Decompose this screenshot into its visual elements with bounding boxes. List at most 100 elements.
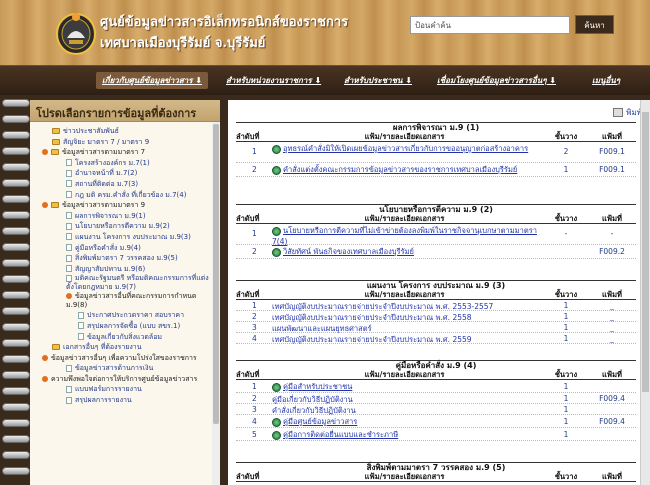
- row-link[interactable]: คู่มือการติดต่อยื่นแบบและชำระภาษี: [283, 430, 398, 439]
- sidebar-item-label: ข้อมูลเกี่ยวกับสิ่งแวดล้อม: [87, 332, 163, 341]
- row-link[interactable]: คู่มือศูนย์ข้อมูลข่าวสาร: [283, 417, 357, 426]
- sidebar-group[interactable]: ข้อมูลข่าวสารตามมาตรา 7: [30, 147, 220, 158]
- row-desc: คำสั่งแต่งตั้งคณะกรรมการข้อมูลข่าวสารของ…: [272, 164, 537, 176]
- sidebar-item[interactable]: สิ่งพิมพ์มาตรา 7 วรรคสอง ม.9(5): [30, 253, 220, 264]
- sidebar-item-label: สัญญาสัมปทาน ม.9(6): [75, 264, 146, 273]
- nav-item-public[interactable]: สำหรับประชาชน ⬇: [344, 74, 412, 87]
- sidebar-item-label: ข้อมูลข่าวสารตามมาตรา 7: [62, 148, 146, 157]
- row-link[interactable]: อุทธรณ์คำสั่งมิให้เปิดเผยข้อมูลข่าวสารเก…: [283, 144, 528, 153]
- table-row: 2 วิสัยทัศน์ พันธกิจของเทศบาลเมืองบุรีรั…: [236, 245, 636, 259]
- site-title: ศูนย์ข้อมูลข่าวสารอิเล็กทรอนิกส์ของราชกา…: [100, 12, 348, 54]
- sidebar-title: โปรดเลือกรายการข้อมูลที่ต้องการ: [30, 100, 220, 122]
- scrollbar-thumb[interactable]: [213, 124, 219, 424]
- sidebar-item[interactable]: คู่มือหรือคำสั่ง ม.9(4): [30, 243, 220, 254]
- row-desc[interactable]: เทศบัญญัติงบประมาณรายจ่ายประจำปีงบประมาณ…: [272, 334, 537, 346]
- sidebar-item[interactable]: สัญจิยะ มาตรา 7 / มาตรา 9: [30, 137, 220, 148]
- sidebar-item-label: คู่มือหรือคำสั่ง ม.9(4): [75, 243, 141, 252]
- sidebar-item[interactable]: เอกสารอื่นๆ ที่ต้องรายงาน: [30, 342, 220, 353]
- sidebar-item[interactable]: อำนาจหน้าที่ ม.7(2): [30, 168, 220, 179]
- sidebar-scrollbar[interactable]: [212, 122, 220, 485]
- sidebar-item[interactable]: สถานที่ติดต่อ ม.7(3): [30, 179, 220, 190]
- section: นโยบายหรือการตีความ ม.9 (2) ลำดับที่ แฟ้…: [236, 204, 636, 259]
- spiral-ring: [2, 243, 30, 251]
- spiral-ring: [2, 211, 30, 219]
- section-title: นโยบายหรือการตีความ ม.9 (2): [236, 204, 636, 214]
- table-header: ลำดับที่ แฟ้ม/รายละเอียดเอกสาร ชั้นวาง แ…: [236, 214, 636, 224]
- spiral-ring: [2, 115, 30, 123]
- document-icon: [66, 191, 72, 199]
- sidebar-item[interactable]: กฎ มติ ครม.คำสั่ง ที่เกี่ยวข้อง ม.7(4): [30, 190, 220, 201]
- row-shelf: 1: [563, 323, 569, 332]
- sidebar-item[interactable]: นโยบายหรือการตีความ ม.9(2): [30, 221, 220, 232]
- table-row: 4 คู่มือศูนย์ข้อมูลข่าวสาร 1 F009.4: [236, 415, 636, 428]
- sidebar-item[interactable]: มติคณะรัฐมนตรี หรือมติคณะกรรมการที่แต่งต…: [30, 274, 220, 292]
- sidebar-group[interactable]: ความพึงพอใจต่อการให้บริการศูนย์ข้อมูลข่า…: [30, 374, 220, 385]
- section-title: ผลการพิจารณา ม.9 (1): [236, 122, 636, 132]
- sidebar-item-label: ประกาศประกวดราคา สอบราคา: [87, 311, 185, 320]
- row-shelf: 1: [563, 382, 569, 391]
- document-icon: [66, 222, 72, 230]
- row-link[interactable]: คำสั่งแต่งตั้งคณะกรรมการข้อมูลข่าวสารของ…: [283, 165, 517, 174]
- user-icon: [272, 144, 281, 154]
- sidebar-group[interactable]: ข้อมูลข่าวสารอื่นๆ เพื่อความโปร่งใสของรา…: [30, 353, 220, 364]
- nav-item-links[interactable]: เชื่อมโยงศูนย์ข้อมูลข่าวสารอื่นๆ ⬇: [437, 74, 556, 87]
- document-icon: [66, 233, 72, 241]
- sidebar-item[interactable]: ข้อมูลข่าวสารด้านการเงิน: [30, 363, 220, 374]
- sidebar-item[interactable]: สัญญาสัมปทาน ม.9(6): [30, 264, 220, 275]
- row-no: 2: [252, 247, 257, 256]
- sidebar-item[interactable]: แผนงาน โครงการ งบประมาณ ม.9(3): [30, 232, 220, 243]
- header-no: ลำดับที่: [236, 370, 260, 379]
- row-link[interactable]: คู่มือสำหรับประชาชน: [283, 382, 352, 391]
- row-no: 4: [252, 334, 257, 343]
- table-header: ลำดับที่ แฟ้ม/รายละเอียดเอกสาร ชั้นวาง แ…: [236, 472, 636, 482]
- document-icon: [66, 385, 72, 393]
- sidebar-item[interactable]: ข้อมูลเกี่ยวกับสิ่งแวดล้อม: [30, 332, 220, 343]
- section: สิ่งพิมพ์ตามมาตรา 7 วรรคสอง ม.9 (5) ลำดั…: [236, 462, 636, 482]
- header-desc: แฟ้ม/รายละเอียดเอกสาร: [364, 370, 445, 379]
- spiral-ring: [2, 451, 30, 459]
- sidebar-item-label: กฎ มติ ครม.คำสั่ง ที่เกี่ยวข้อง ม.7(4): [75, 190, 187, 199]
- sidebar-item-label: ข้อมูลข่าวสารอื่นๆ เพื่อความโปร่งใสของรา…: [51, 353, 197, 362]
- scrollbar-thumb[interactable]: [642, 112, 649, 392]
- row-file: F009.2: [599, 247, 625, 256]
- sidebar-group[interactable]: ข้อมูลข่าวสารตามมาตรา 9: [30, 200, 220, 211]
- row-shelf: 1: [563, 301, 569, 310]
- user-icon: [272, 417, 281, 427]
- sidebar-item-label: แบบฟอร์มการรายงาน: [75, 385, 142, 394]
- spiral-ring: [2, 195, 30, 203]
- site-header: ศูนย์ข้อมูลข่าวสารอิเล็กทรอนิกส์ของราชกา…: [0, 0, 650, 65]
- main-nav: เกี่ยวกับศูนย์ข้อมูลข่าวสาร ⬇ สำหรับหน่ว…: [0, 65, 650, 95]
- sidebar-item[interactable]: สรุปผลการรายงาน: [30, 395, 220, 406]
- table-header: ลำดับที่ แฟ้ม/รายละเอียดเอกสาร ชั้นวาง แ…: [236, 290, 636, 300]
- row-desc: อุทธรณ์คำสั่งมิให้เปิดเผยข้อมูลข่าวสารเก…: [272, 143, 537, 155]
- search-button[interactable]: ค้นหา: [575, 15, 614, 34]
- row-link[interactable]: วิสัยทัศน์ พันธกิจของเทศบาลเมืองบุรีรัมย…: [283, 247, 414, 256]
- sidebar-item[interactable]: ข่าวประชาสัมพันธ์: [30, 126, 220, 137]
- document-icon: [66, 180, 72, 188]
- table-row: 3 แผนพัฒนาและแผนยุทธศาสตร์ 1 _: [236, 322, 636, 333]
- sidebar-list: ข่าวประชาสัมพันธ์ สัญจิยะ มาตรา 7 / มาตร…: [30, 122, 220, 406]
- nav-item-about[interactable]: เกี่ยวกับศูนย์ข้อมูลข่าวสาร ⬇: [96, 72, 208, 89]
- sidebar-item[interactable]: โครงสร้างองค์กร ม.7(1): [30, 158, 220, 169]
- sidebar-item[interactable]: แบบฟอร์มการรายงาน: [30, 384, 220, 395]
- sidebar-item-label: ข้อมูลข่าวสารตามมาตรา 9: [62, 201, 146, 210]
- document-icon: [78, 311, 84, 319]
- row-link[interactable]: นโยบายหรือการตีความที่ไม่เข้าข่ายต้องลงพ…: [272, 226, 537, 246]
- sidebar-item-label: แผนงาน โครงการ งบประมาณ ม.9(3): [75, 232, 191, 241]
- header-desc: แฟ้ม/รายละเอียดเอกสาร: [364, 214, 445, 223]
- main-scrollbar[interactable]: [640, 100, 650, 485]
- header-no: ลำดับที่: [236, 290, 260, 299]
- municipality-seal-icon: [56, 12, 96, 55]
- search-input[interactable]: [410, 16, 570, 34]
- nav-item-agencies[interactable]: สำหรับหน่วยงานราชการ ⬇: [226, 74, 321, 87]
- row-no: 3: [252, 405, 257, 414]
- sidebar-item[interactable]: ผลการพิจารณา ม.9(1): [30, 211, 220, 222]
- sidebar-item[interactable]: สรุปผลการจัดซื้อ (แบบ สขร.1): [30, 321, 220, 332]
- document-icon: [78, 322, 84, 330]
- spiral-ring: [2, 419, 30, 427]
- sidebar-group[interactable]: ข้อมูลข่าวสารอื่นที่คณะกรรมการกำหนด ม.9(…: [30, 292, 220, 310]
- sidebar-item[interactable]: ประกาศประกวดราคา สอบราคา: [30, 310, 220, 321]
- nav-item-more[interactable]: เมนูอื่นๆ: [592, 74, 620, 87]
- print-link[interactable]: พิมพ์: [613, 106, 642, 119]
- table-row: 2 เทศบัญญัติงบประมาณรายจ่ายประจำปีงบประม…: [236, 311, 636, 322]
